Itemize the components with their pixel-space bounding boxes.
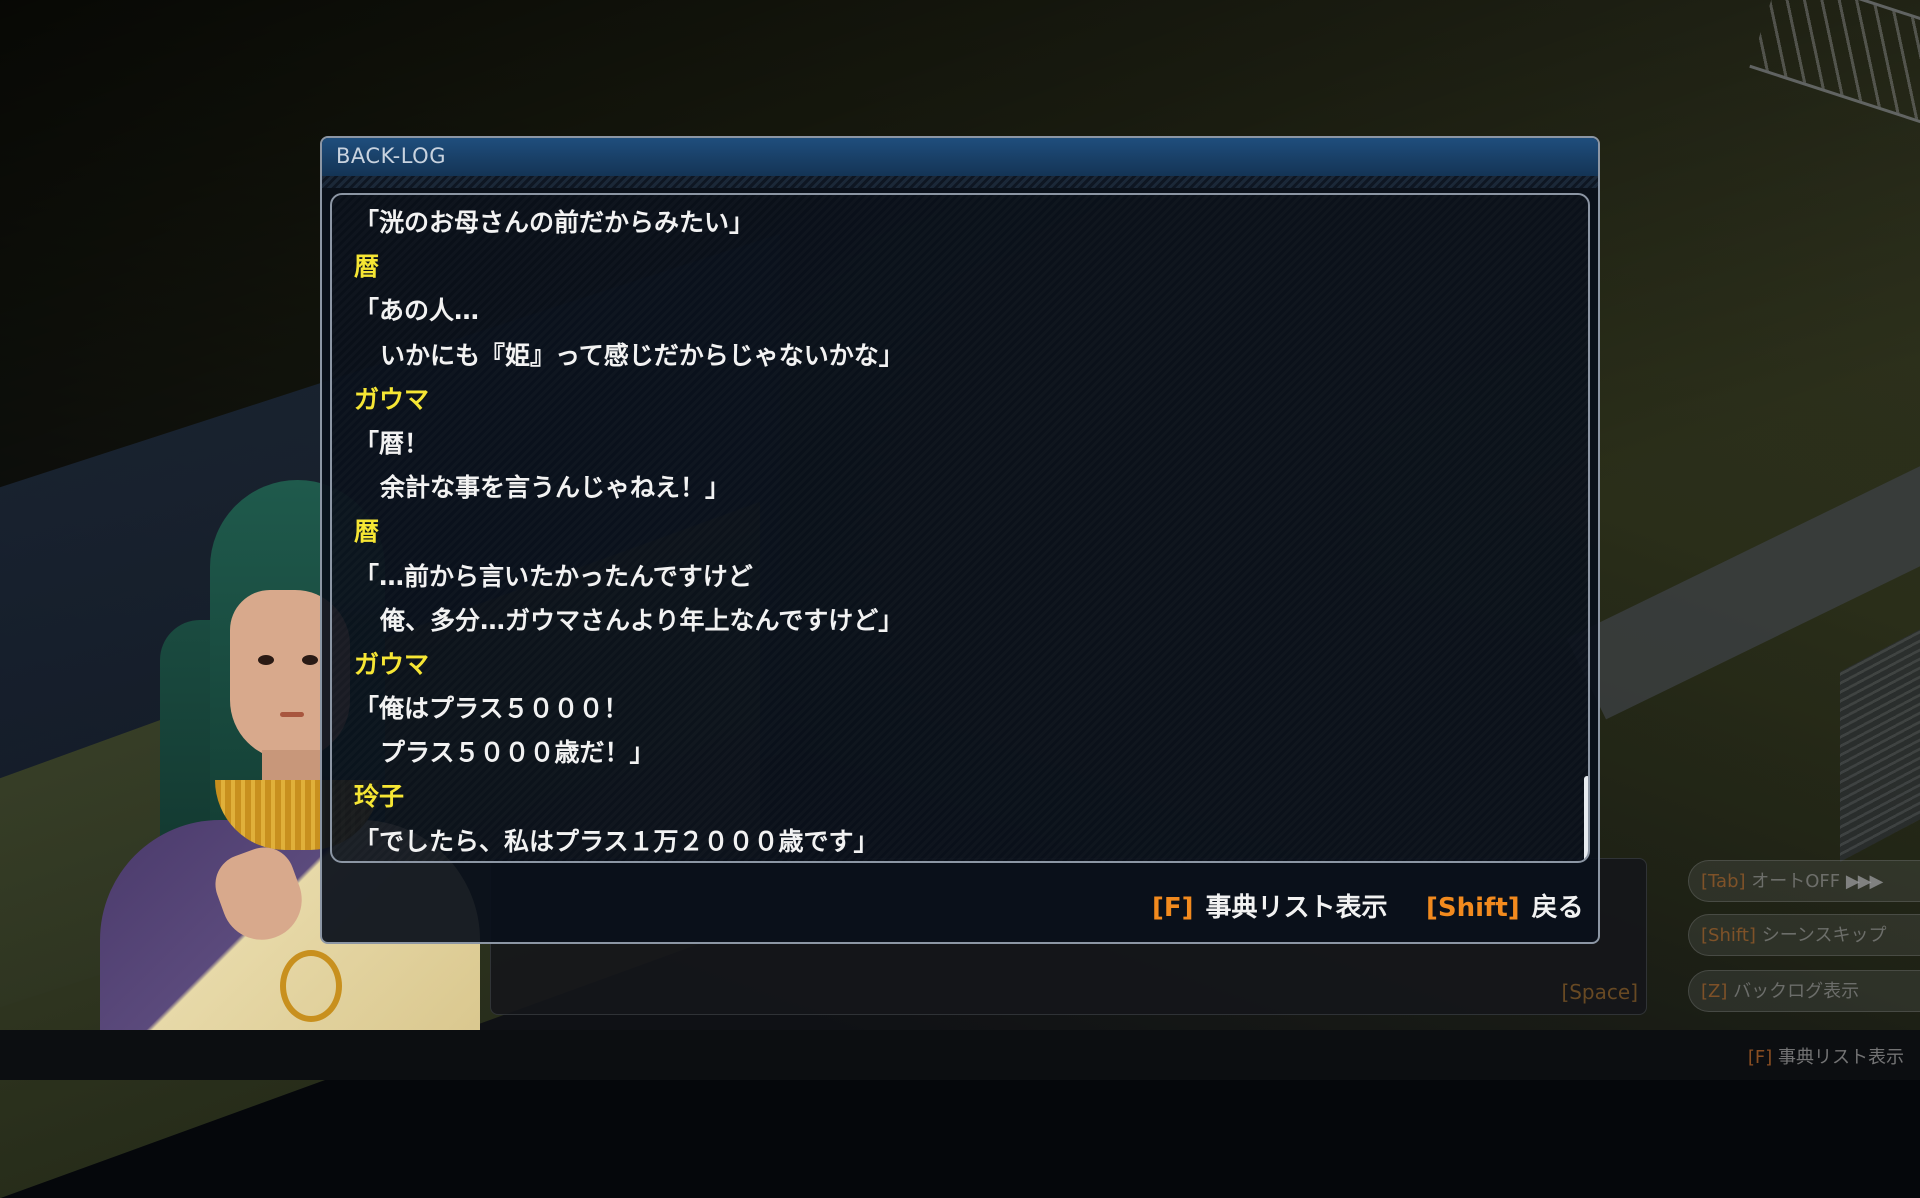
backlog-title: BACK-LOG (336, 144, 446, 168)
back-label: 戻る (1531, 893, 1584, 923)
log-dialogue-line[interactable]: 「洸のお母さんの前だからみたい」 (354, 201, 904, 245)
fast-forward-arrows-icon: ▶▶▶ (1845, 871, 1884, 892)
scrollbar-thumb[interactable] (1584, 776, 1588, 861)
backlog-header-strip (322, 176, 1598, 188)
backlog-content[interactable]: 「洸のお母さんの前だからみたい」 暦 「あの人… いかにも『姫』って感じだからじ… (330, 193, 1590, 863)
backlog-scrollbar[interactable] (1584, 201, 1588, 861)
scene-skip-label: シーンスキップ (1761, 925, 1887, 946)
staircase (1840, 608, 1920, 862)
character-eye-left (258, 655, 274, 665)
log-dialogue-line[interactable]: 「俺はプラス５０００！ (354, 687, 904, 731)
bottom-hint-key: [F] (1747, 1047, 1773, 1068)
bottom-dictionary-hint[interactable]: [F] 事典リスト表示 (1748, 1043, 1904, 1069)
character-mouth (280, 712, 304, 717)
log-speaker-name: ガウマ (354, 649, 430, 679)
log-dialogue-line[interactable]: 「あの人… (354, 289, 904, 333)
bottom-bar (0, 1030, 1920, 1080)
log-speaker-name: 暦 (354, 517, 380, 547)
dictionary-label: 事典リスト表示 (1205, 893, 1388, 923)
back-button[interactable]: [Shift] 戻る (1426, 887, 1584, 924)
log-dialogue-line[interactable]: 「…前から言いたかったんですけど (354, 555, 904, 599)
log-dialogue-line[interactable]: 俺、多分…ガウマさんより年上なんですけど」 (354, 599, 904, 643)
auto-label: オートOFF (1751, 871, 1841, 892)
bottom-hint-label: 事典リスト表示 (1778, 1047, 1904, 1068)
log-speaker-name: 玲子 (354, 782, 405, 812)
character-eye-right (302, 655, 318, 665)
log-dialogue-line[interactable]: 余計な事を言うんじゃねえ！」 (354, 466, 904, 510)
log-speaker-name: 暦 (354, 252, 380, 282)
log-dialogue-line[interactable]: 「でしたら、私はプラス１万２０００歳です」 (354, 820, 904, 861)
dictionary-list-button[interactable]: [F] 事典リスト表示 (1152, 887, 1388, 924)
backlog-toggle-button[interactable]: [Z] バックログ表示 (1688, 970, 1920, 1012)
log-dialogue-line[interactable]: プラス５０００歳だ！」 (354, 731, 904, 775)
backlog-key-label: [Z] (1701, 981, 1728, 1002)
back-key-label: [Shift] (1426, 893, 1520, 923)
log-dialogue-line[interactable]: 「暦！ (354, 422, 904, 466)
scene-skip-button[interactable]: [Shift] シーンスキップ (1688, 914, 1920, 956)
space-hint: [Space] (1561, 980, 1638, 1004)
backlog-toggle-label: バックログ表示 (1733, 981, 1860, 1002)
dictionary-key-label: [F] (1152, 893, 1194, 923)
backlog-window: BACK-LOG 「洸のお母さんの前だからみたい」 暦 「あの人… いかにも『姫… (320, 136, 1600, 944)
backlog-footer: [F] 事典リスト表示 [Shift] 戻る (322, 871, 1598, 939)
log-dialogue-line[interactable]: いかにも『姫』って感じだからじゃないかな」 (354, 334, 904, 378)
character-bangle (280, 950, 342, 1022)
log-speaker-name: ガウマ (354, 384, 430, 414)
auto-key-label: [Tab] (1701, 871, 1746, 892)
bridge (1749, 0, 1920, 130)
log-list: 「洸のお母さんの前だからみたい」 暦 「あの人… いかにも『姫』って感じだからじ… (354, 201, 904, 861)
backlog-header: BACK-LOG (322, 138, 1598, 176)
scene-skip-key-label: [Shift] (1701, 925, 1756, 946)
auto-toggle-button[interactable]: [Tab] オートOFF ▶▶▶ (1688, 860, 1920, 902)
